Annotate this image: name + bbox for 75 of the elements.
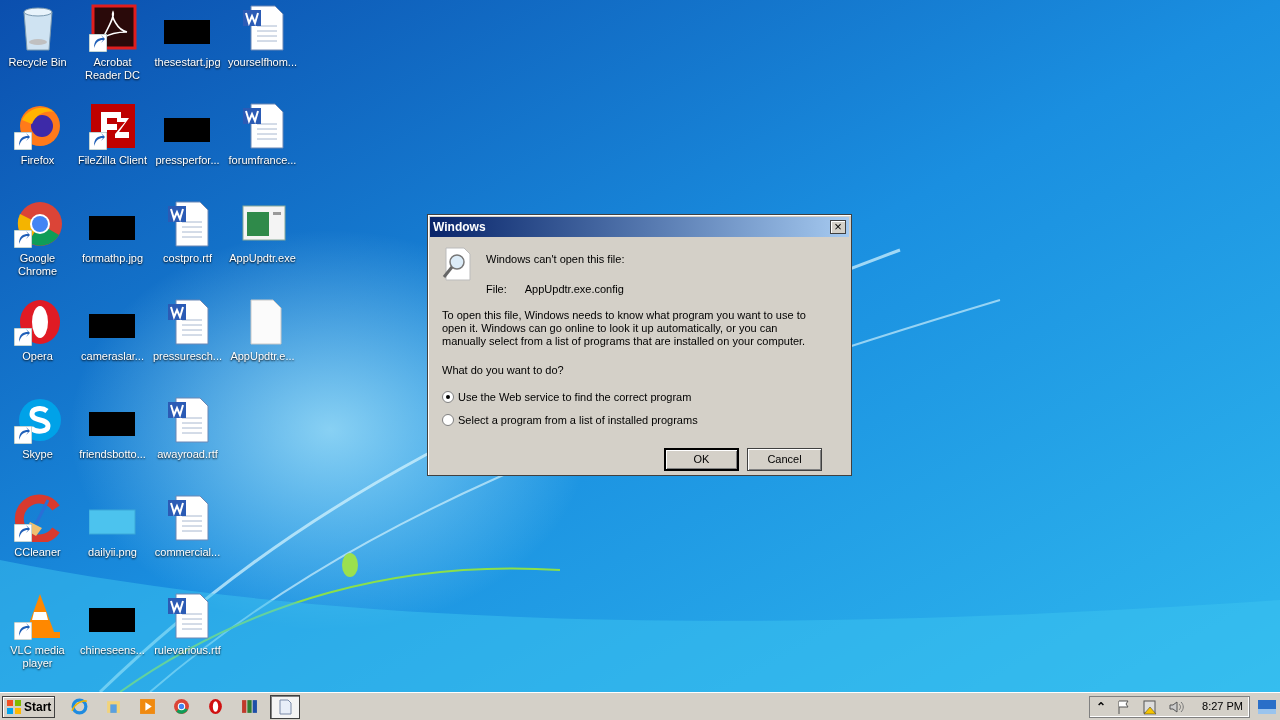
icon-label: dailyii.png <box>87 546 138 559</box>
icon-label: formathp.jpg <box>80 252 145 265</box>
icon-label: VLC media player <box>9 644 66 670</box>
icon-label: Skype <box>21 448 54 461</box>
windows-logo-icon <box>6 698 22 715</box>
books-icon[interactable] <box>241 698 259 715</box>
desktop-icon[interactable]: pressuresch... <box>150 298 225 396</box>
desktop-icon[interactable]: yourselfhom... <box>225 4 300 102</box>
icon-label: Recycle Bin <box>7 56 68 69</box>
desktop-icon[interactable]: Opera <box>0 298 75 396</box>
window-title: Windows <box>433 219 486 236</box>
icon-label: pressperfor... <box>154 154 221 167</box>
radio-option[interactable]: Select a program from a list of installed programs <box>442 412 837 429</box>
icon-label: CCleaner <box>13 546 62 559</box>
speaker-icon[interactable] <box>1168 698 1185 715</box>
icon-label: Google Chrome <box>16 252 59 278</box>
icon-label: AppUpdtr.e... <box>229 350 296 363</box>
desktop-icon[interactable]: Recycle Bin <box>0 4 75 102</box>
desktop-icon[interactable]: FileZilla Client <box>75 102 150 200</box>
icon-label: forumfrance... <box>227 154 298 167</box>
network-warning-icon[interactable] <box>1142 698 1159 715</box>
ie-icon[interactable] <box>71 698 89 715</box>
desktop-icon[interactable]: AppUpdtr.exe <box>225 200 300 298</box>
chrome-icon[interactable] <box>173 698 191 715</box>
desktop-icon[interactable]: CCleaner <box>0 494 75 592</box>
tray-expand-button[interactable]: ⌃ <box>1096 700 1107 713</box>
icon-label: AppUpdtr.exe <box>228 252 297 265</box>
opera-icon[interactable] <box>207 698 225 715</box>
radio-button[interactable] <box>442 414 454 427</box>
clock[interactable]: 8:27 PM <box>1202 698 1243 715</box>
icon-label: Acrobat Reader DC <box>84 56 141 82</box>
desktop-icon[interactable]: Google Chrome <box>0 200 75 298</box>
desktop-icon[interactable]: Acrobat Reader DC <box>75 4 150 102</box>
close-button[interactable]: × <box>830 220 846 234</box>
desktop-icon[interactable]: Skype <box>0 396 75 494</box>
dialog-message: To open this file, Windows needs to know what program you want to use to open it. Windows can go online to look it up automatically, or you can manually select from a list of programs that are installed on your computer. <box>442 309 807 348</box>
ccleaner-icon <box>13 494 62 542</box>
icon-label: chineseens... <box>79 644 146 657</box>
desktop-icon[interactable]: Firefox <box>0 102 75 200</box>
taskbar-window-button[interactable] <box>270 694 301 719</box>
icon-label: FileZilla Client <box>76 154 149 167</box>
blank-file-icon <box>277 698 294 715</box>
icon-label: rulevarious.rtf <box>153 644 222 657</box>
file-magnifier-icon <box>442 247 472 281</box>
start-button[interactable]: Start <box>2 695 56 718</box>
icon-label: yourselfhom... <box>226 56 299 69</box>
desktop-icon[interactable]: dailyii.png <box>75 494 150 592</box>
dialog-question: What do you want to do? <box>442 363 565 378</box>
folder-icon[interactable] <box>105 698 123 715</box>
desktop-icon[interactable]: pressperfor... <box>150 102 225 200</box>
file-name: AppUpdtr.exe.config <box>524 281 624 297</box>
desktop-icon[interactable]: forumfrance... <box>225 102 300 200</box>
icon-label: friendsbotto... <box>78 448 147 461</box>
icon-label: cameraslar... <box>80 350 145 363</box>
desktop-icon[interactable]: cameraslar... <box>75 298 150 396</box>
desktop-icon[interactable]: commercial... <box>150 494 225 592</box>
desktop-icon[interactable]: costpro.rtf <box>150 200 225 298</box>
icon-label: Opera <box>21 350 54 363</box>
dialog-button[interactable]: Cancel <box>747 447 822 471</box>
dialog-heading: Windows can't open this file: <box>486 252 625 267</box>
desktop-icon[interactable]: formathp.jpg <box>75 200 150 298</box>
radio-option[interactable]: Use the Web service to find the correct program <box>442 388 837 405</box>
icon-label: costpro.rtf <box>162 252 213 265</box>
file-label: File: <box>486 281 507 297</box>
show-desktop-icon[interactable] <box>1258 700 1276 714</box>
desktop-icon[interactable]: friendsbotto... <box>75 396 150 494</box>
radio-button[interactable] <box>442 390 454 403</box>
desktop-icon[interactable]: thesestart.jpg <box>150 4 225 102</box>
icon-label: Firefox <box>19 154 56 167</box>
icon-label: awayroad.rtf <box>156 448 219 461</box>
play-icon[interactable] <box>139 698 157 715</box>
icon-label: pressuresch... <box>151 350 224 363</box>
icon-label: commercial... <box>153 546 222 559</box>
icon-label: thesestart.jpg <box>153 56 222 69</box>
dialog-button[interactable]: OK <box>664 447 739 471</box>
